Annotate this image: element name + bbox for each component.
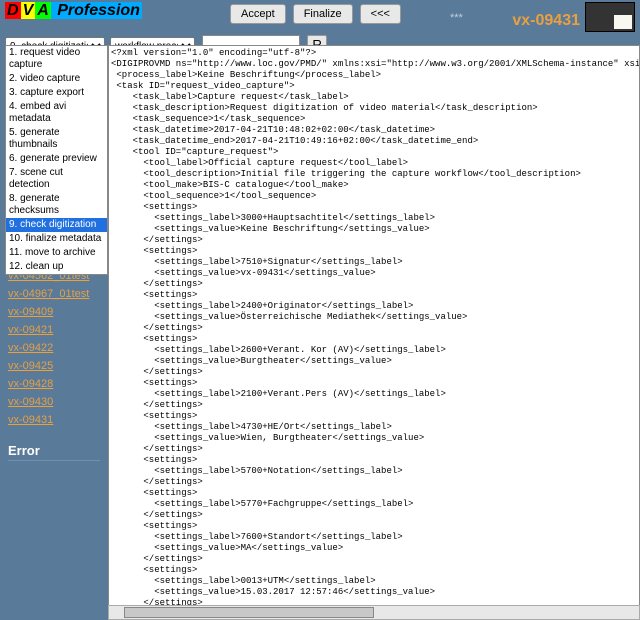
page-title: vx-09431 (512, 12, 580, 30)
sidebar-item[interactable]: vx-09425 (8, 357, 100, 375)
status-dots: *** (450, 12, 463, 24)
dropdown-item[interactable]: 10. finalize metadata (6, 232, 107, 246)
scrollbar-thumb[interactable] (124, 607, 374, 618)
horizontal-scrollbar[interactable] (108, 605, 640, 620)
back-button[interactable]: <<< (360, 4, 401, 24)
sidebar-item[interactable]: vx-09431 (8, 411, 100, 429)
dropdown-item[interactable]: 12. clean up (6, 260, 107, 274)
finalize-button[interactable]: Finalize (293, 4, 353, 24)
header: DVA Profession Accept Finalize <<< *** v… (0, 0, 640, 35)
main-panel[interactable]: <?xml version="1.0" encoding="utf-8"?> <… (108, 45, 640, 620)
dropdown-item[interactable]: 3. capture export (6, 86, 107, 100)
dropdown-item[interactable]: 8. generate checksums (6, 192, 107, 218)
step-dropdown-list[interactable]: 1. request video capture2. video capture… (5, 45, 108, 275)
sidebar-item[interactable]: vx-04967_01test (8, 285, 100, 303)
accept-button[interactable]: Accept (230, 4, 286, 24)
app-logo: DVA Profession (5, 2, 142, 20)
dropdown-item[interactable]: 9. check digitization (6, 218, 107, 232)
sidebar-item[interactable]: vx-09430 (8, 393, 100, 411)
dropdown-item[interactable]: 7. scene cut detection (6, 166, 107, 192)
sidebar-item[interactable]: vx-09422 (8, 339, 100, 357)
dropdown-item[interactable]: 4. embed avi metadata (6, 100, 107, 126)
sidebar-item[interactable]: vx-09409 (8, 303, 100, 321)
dropdown-item[interactable]: 11. move to archive (6, 246, 107, 260)
sidebar-item[interactable]: vx-09428 (8, 375, 100, 393)
xml-content: <?xml version="1.0" encoding="utf-8"?> <… (109, 46, 639, 620)
dropdown-item[interactable]: 1. request video capture (6, 46, 107, 72)
dropdown-item[interactable]: 2. video capture (6, 72, 107, 86)
dropdown-item[interactable]: 5. generate thumbnails (6, 126, 107, 152)
video-preview[interactable] (585, 2, 635, 32)
error-heading: Error (8, 441, 100, 461)
sidebar-item[interactable]: vx-09421 (8, 321, 100, 339)
top-buttons: Accept Finalize <<< (230, 4, 405, 24)
dropdown-item[interactable]: 6. generate preview (6, 152, 107, 166)
